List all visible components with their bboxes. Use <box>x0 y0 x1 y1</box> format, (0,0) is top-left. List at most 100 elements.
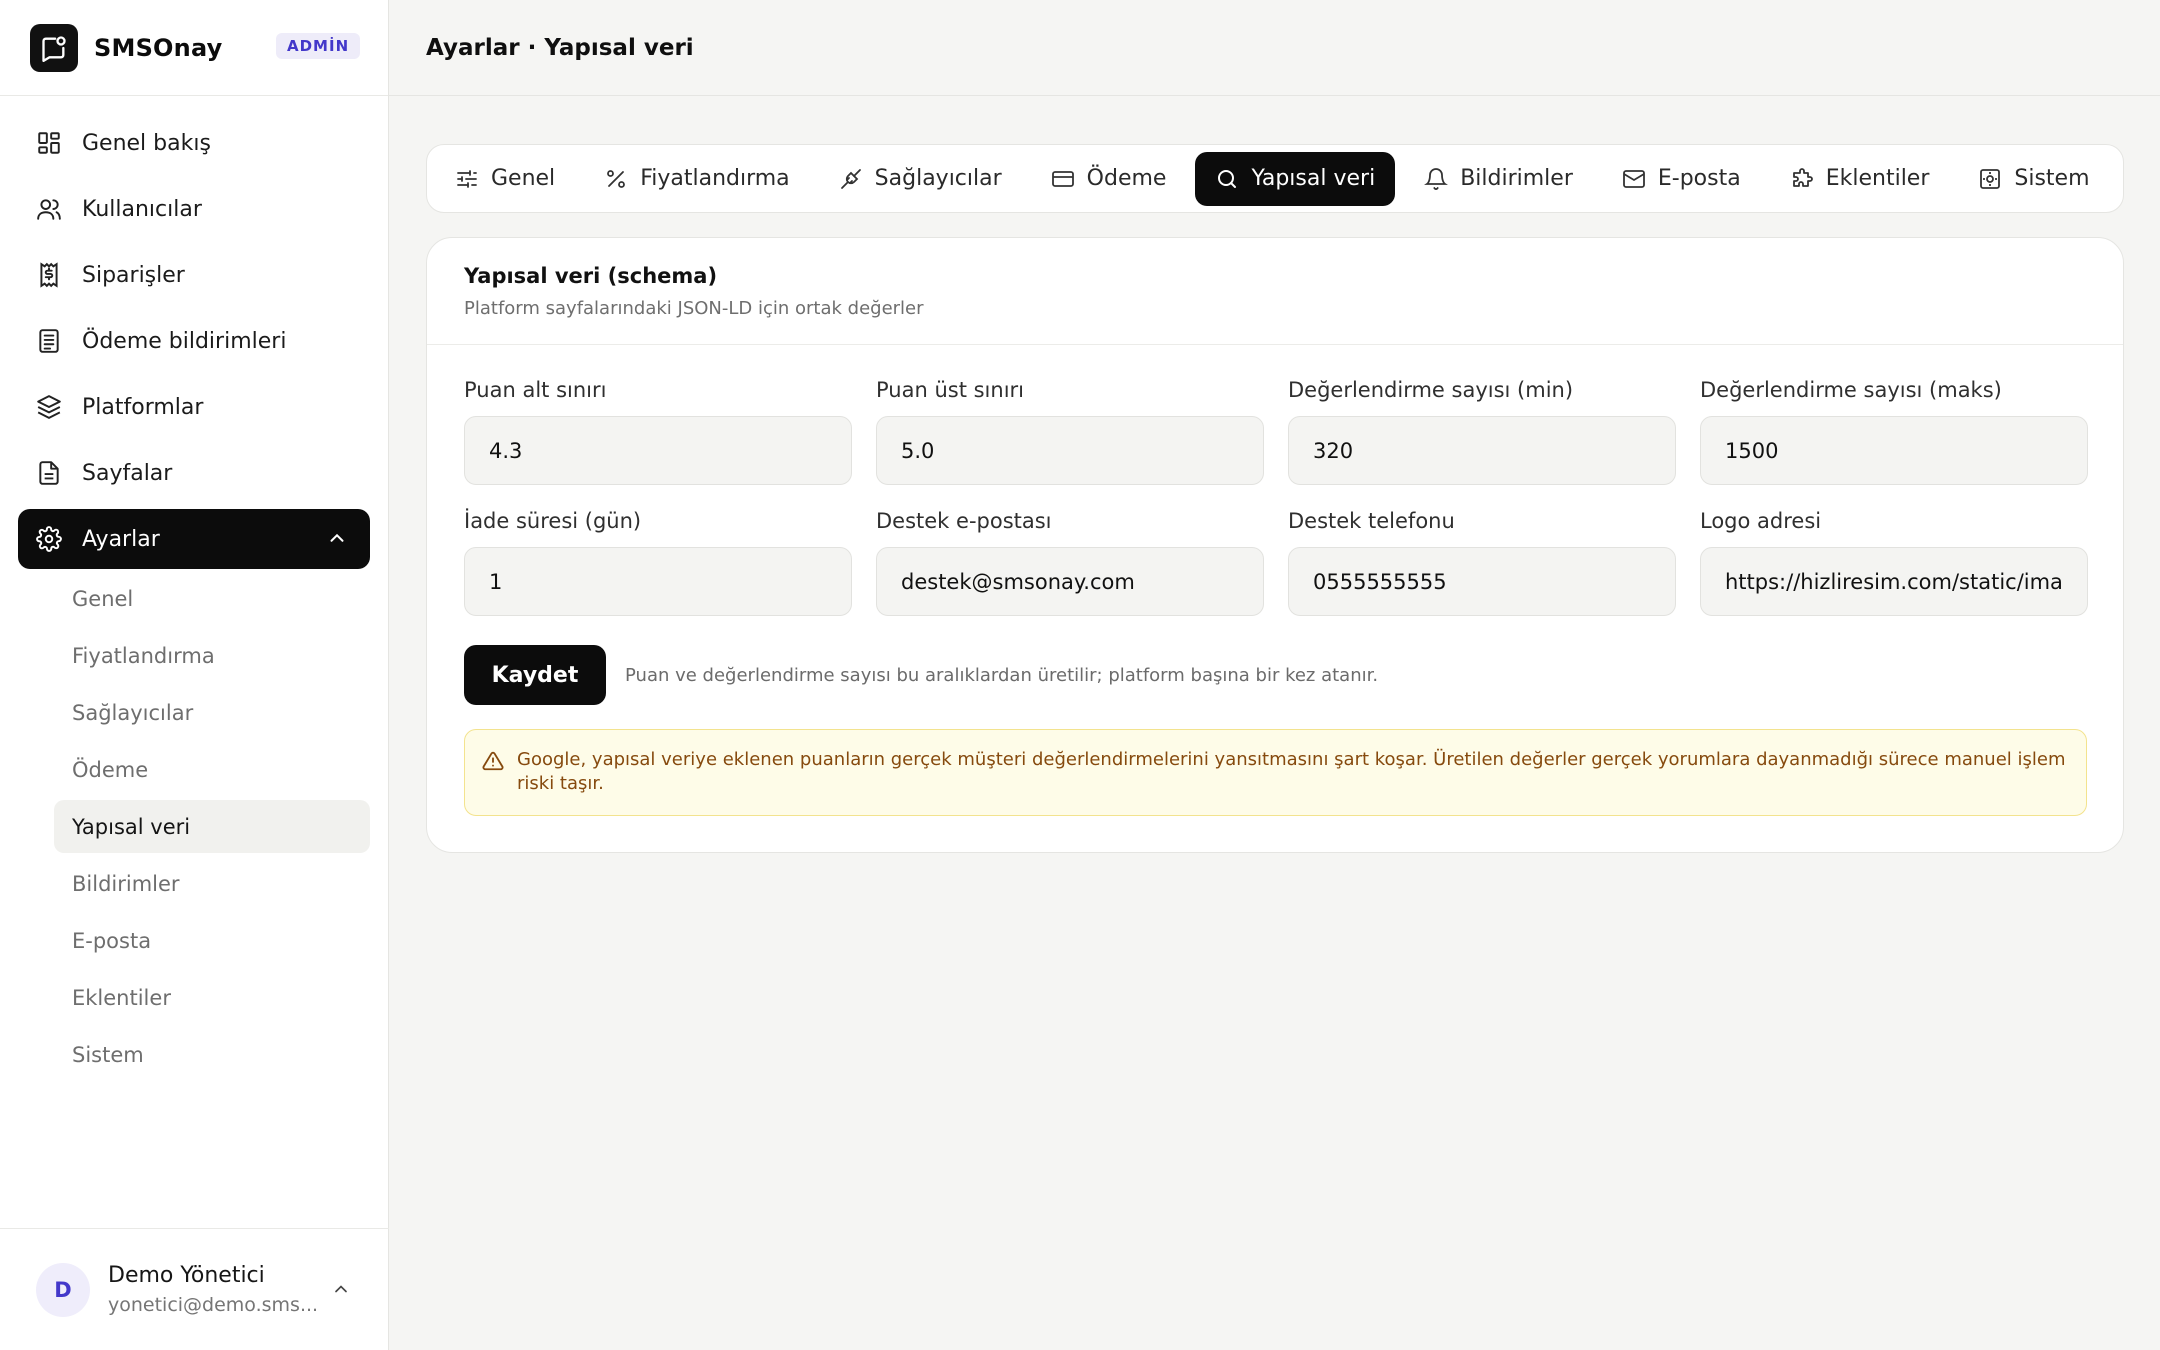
subnav-item-eklentiler[interactable]: Eklentiler <box>54 971 370 1024</box>
warning-text: Google, yapısal veriye eklenen puanların… <box>517 749 2066 794</box>
avatar: D <box>36 1262 90 1317</box>
tab-fiyatlandirma[interactable]: Fiyatlandırma <box>584 152 809 206</box>
receipt-icon <box>34 260 64 290</box>
field-label: Puan üst sınırı <box>876 378 1025 402</box>
chevron-up-icon[interactable] <box>326 527 348 555</box>
tab-yapisal-veri[interactable]: Yapısal veri <box>1195 151 1396 206</box>
field-review-count-min: Değerlendirme sayısı (min) 320 <box>1288 378 1676 485</box>
card-title: Yapısal veri (schema) <box>464 264 718 288</box>
user-name: Demo Yönetici <box>108 1263 265 1288</box>
rating-min-input[interactable]: 4.3 <box>464 416 852 485</box>
field-rating-max: Puan üst sınırı 5.0 <box>876 378 1264 485</box>
sidebar-item-label: Ayarlar <box>82 526 160 552</box>
file-icon <box>34 458 64 488</box>
settings-tabs: Genel Fiyatlandırma Sağlayıcılar Ödeme Y… <box>426 144 2124 213</box>
field-label: Destek telefonu <box>1288 509 1455 533</box>
field-support-phone: Destek telefonu 0555555555 <box>1288 509 1676 616</box>
field-refund-days: İade süresi (gün) 1 <box>464 509 852 616</box>
subnav-item-saglayicilar[interactable]: Sağlayıcılar <box>54 686 370 739</box>
card-header: Yapısal veri (schema) Platform sayfaları… <box>427 238 2123 345</box>
system-icon <box>1978 167 2002 191</box>
sliders-icon <box>455 167 479 191</box>
plug-icon <box>839 167 863 191</box>
chevron-up-icon[interactable] <box>331 1279 351 1303</box>
sidebar-item-label: Genel bakış <box>82 130 211 156</box>
tab-label: E-posta <box>1657 166 1741 191</box>
subnav-item-e-posta[interactable]: E-posta <box>54 914 370 967</box>
card-subtitle: Platform sayfalarındaki JSON-LD için ort… <box>464 298 924 319</box>
sidebar-item-label: Sayfalar <box>82 460 173 486</box>
user-menu[interactable]: D Demo Yönetici yonetici@demo.sms... <box>0 1228 389 1350</box>
bell-icon <box>1424 167 1449 191</box>
subnav-item-fiyatlandirma[interactable]: Fiyatlandırma <box>54 629 370 682</box>
settings-subnav: Genel Fiyatlandırma Sağlayıcılar Ödeme Y… <box>54 572 370 1085</box>
field-review-count-max: Değerlendirme sayısı (maks) 1500 <box>1700 378 2088 485</box>
brand-logo-icon[interactable] <box>30 23 78 72</box>
sidebar-item-siparisler[interactable]: Siparişler <box>18 245 370 305</box>
save-button[interactable]: Kaydet <box>464 645 606 705</box>
field-label: İade süresi (gün) <box>464 509 642 533</box>
tab-odeme[interactable]: Ödeme <box>1031 152 1187 206</box>
sidebar: SMSOnay ADMİN Genel bakış Kullanıcılar S… <box>0 0 389 1350</box>
tab-eklentiler[interactable]: Eklentiler <box>1770 152 1950 206</box>
rating-max-input[interactable]: 5.0 <box>876 416 1264 485</box>
tab-label: Sağlayıcılar <box>874 166 1002 191</box>
search-icon <box>1215 167 1239 191</box>
sidebar-item-odeme-bildirimleri[interactable]: Ödeme bildirimleri <box>18 311 370 371</box>
structured-data-card: Yapısal veri (schema) Platform sayfaları… <box>426 237 2124 853</box>
sidebar-item-label: Platformlar <box>82 394 204 420</box>
brand-name: SMSOnay <box>94 33 223 62</box>
puzzle-icon <box>1790 167 1814 191</box>
credit-card-icon <box>1051 167 1075 191</box>
tab-label: Ödeme <box>1086 166 1167 191</box>
topbar: Ayarlar · Yapısal veri <box>389 0 2160 96</box>
sidebar-item-platformlar[interactable]: Platformlar <box>18 377 370 437</box>
subnav-item-bildirimler[interactable]: Bildirimler <box>54 857 370 910</box>
tab-label: Yapısal veri <box>1251 166 1376 191</box>
save-row: Kaydet Puan ve değerlendirme sayısı bu a… <box>464 645 1378 705</box>
tab-saglayicilar[interactable]: Sağlayıcılar <box>819 152 1022 206</box>
sidebar-item-kullanicilar[interactable]: Kullanıcılar <box>18 179 370 239</box>
field-label: Puan alt sınırı <box>464 378 607 402</box>
support-phone-input[interactable]: 0555555555 <box>1288 547 1676 616</box>
field-label: Logo adresi <box>1700 509 1822 533</box>
tab-label: Genel <box>491 166 556 191</box>
review-count-max-input[interactable]: 1500 <box>1700 416 2088 485</box>
support-email-input[interactable]: destek@smsonay.com <box>876 547 1264 616</box>
subnav-item-yapisal-veri[interactable]: Yapısal veri <box>54 800 370 853</box>
tab-label: Bildirimler <box>1460 166 1573 191</box>
document-list-icon <box>34 326 64 356</box>
sidebar-nav: Genel bakış Kullanıcılar Siparişler Ödem… <box>18 113 370 575</box>
tab-e-posta[interactable]: E-posta <box>1602 152 1761 206</box>
subnav-item-genel[interactable]: Genel <box>54 572 370 625</box>
user-email: yonetici@demo.sms... <box>108 1294 319 1316</box>
sidebar-item-genel-bakis[interactable]: Genel bakış <box>18 113 370 173</box>
admin-badge: ADMİN <box>276 33 361 59</box>
save-hint: Puan ve değerlendirme sayısı bu aralıkla… <box>625 664 1379 686</box>
warning-icon <box>482 750 504 779</box>
field-support-email: Destek e-postası destek@smsonay.com <box>876 509 1264 616</box>
tab-label: Fiyatlandırma <box>640 166 790 191</box>
warning-alert: Google, yapısal veriye eklenen puanların… <box>464 729 2087 816</box>
tab-genel[interactable]: Genel <box>435 152 575 206</box>
refund-days-input[interactable]: 1 <box>464 547 852 616</box>
review-count-min-input[interactable]: 320 <box>1288 416 1676 485</box>
logo-url-input[interactable]: https://hizliresim.com/static/ima <box>1700 547 2088 616</box>
tab-sistem[interactable]: Sistem <box>1958 152 2109 206</box>
field-rating-min: Puan alt sınırı 4.3 <box>464 378 852 485</box>
tab-bildirimler[interactable]: Bildirimler <box>1404 152 1593 206</box>
users-icon <box>34 194 64 224</box>
layers-icon <box>34 392 64 422</box>
field-logo-url: Logo adresi https://hizliresim.com/stati… <box>1700 509 2088 616</box>
sidebar-item-ayarlar[interactable]: Ayarlar <box>18 509 370 569</box>
subnav-item-odeme[interactable]: Ödeme <box>54 743 370 796</box>
field-label: Değerlendirme sayısı (min) <box>1288 378 1574 402</box>
percent-icon <box>604 167 628 191</box>
gear-icon <box>34 524 64 554</box>
subnav-item-sistem[interactable]: Sistem <box>54 1028 370 1081</box>
sidebar-item-label: Ödeme bildirimleri <box>82 328 287 354</box>
form-grid: Puan alt sınırı 4.3 Puan üst sınırı 5.0 … <box>464 378 2088 616</box>
tab-label: Eklentiler <box>1825 166 1930 191</box>
sidebar-item-sayfalar[interactable]: Sayfalar <box>18 443 370 503</box>
brand: SMSOnay ADMİN <box>0 0 388 96</box>
